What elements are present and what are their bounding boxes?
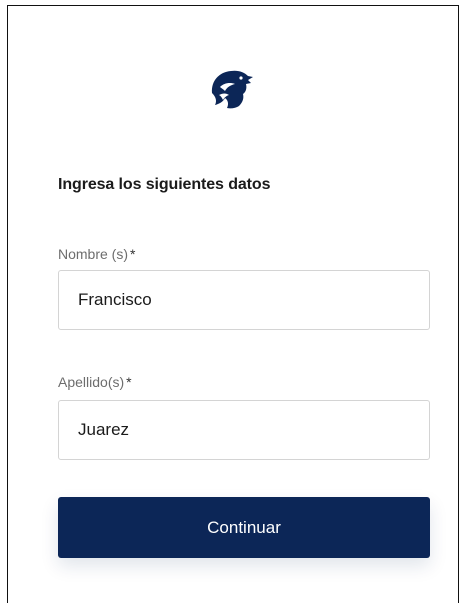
lastname-input[interactable]: [58, 400, 430, 460]
continue-button[interactable]: Continuar: [58, 497, 430, 558]
form-heading: Ingresa los siguientes datos: [58, 176, 271, 193]
form-card: Ingresa los siguientes datos Nombre (s) *…: [7, 5, 459, 603]
name-required-marker: *: [130, 246, 136, 262]
name-label: Nombre (s) *: [58, 246, 135, 262]
name-label-text: Nombre (s): [58, 246, 129, 262]
lastname-label-text: Apellido(s): [58, 374, 125, 390]
name-input[interactable]: [58, 270, 430, 330]
lastname-label: Apellido(s) *: [58, 374, 132, 390]
eagle-head-logo-icon: [211, 70, 253, 109]
lastname-required-marker: *: [126, 374, 132, 390]
